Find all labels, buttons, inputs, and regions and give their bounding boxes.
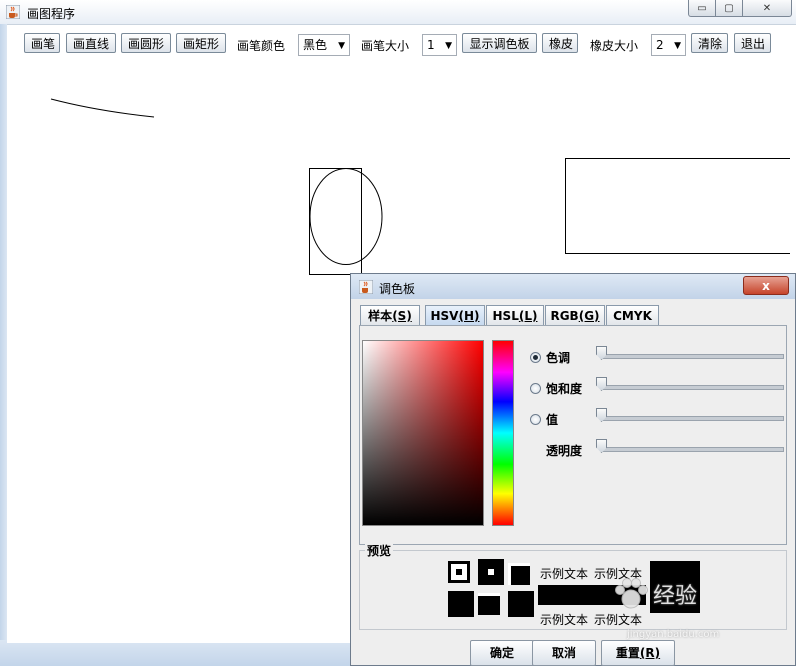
saturation-value-picker[interactable]: [362, 340, 484, 526]
watermark-url: jingyan.baidu.com: [627, 629, 720, 640]
close-icon: x: [762, 278, 770, 293]
chevron-down-icon: ▼: [338, 41, 345, 51]
preview-swatch: [508, 563, 530, 585]
saturation-label: 饱和度: [546, 382, 583, 396]
java-cup-icon: [6, 5, 20, 19]
preview-swatch: [448, 561, 470, 583]
pen-size-select[interactable]: 1 ▼: [422, 34, 457, 56]
dialog-close-button[interactable]: x: [743, 276, 789, 295]
minimize-button[interactable]: ▭: [688, 0, 716, 17]
value-slider-track[interactable]: [602, 416, 784, 421]
maximize-icon: ▢: [724, 2, 734, 14]
watermark-name: 经验: [653, 584, 698, 609]
title-bar[interactable]: 画图程序: [0, 0, 796, 25]
maximize-button[interactable]: ▢: [715, 0, 743, 17]
hue-radio[interactable]: [530, 352, 541, 363]
watermark: 经验: [613, 577, 697, 611]
exit-button[interactable]: 退出: [734, 33, 771, 53]
tab-rgb[interactable]: RGB(G): [545, 305, 605, 325]
tab-hsl[interactable]: HSL(L): [486, 305, 544, 325]
alpha-slider-track[interactable]: [602, 447, 784, 452]
rect-button[interactable]: 画矩形: [176, 33, 226, 53]
hsv-panel: 色调 饱和度 值 透明度: [359, 325, 787, 545]
saturation-slider-track[interactable]: [602, 385, 784, 390]
preview-label: 预览: [365, 542, 394, 559]
tab-samples[interactable]: 样本(S): [360, 305, 420, 325]
palette-dialog: 调色板 x 样本(S) HSV(H) HSL(L) RGB(G) CMYK 色调…: [350, 273, 796, 666]
preview-swatch: [478, 559, 504, 585]
pen-color-label: 画笔颜色: [237, 39, 286, 53]
value-radio[interactable]: [530, 414, 541, 425]
alpha-label: 透明度: [546, 444, 583, 458]
pen-size-value: 1: [427, 38, 435, 52]
java-cup-icon: [359, 280, 373, 294]
preview-swatch: [508, 591, 534, 617]
reset-button[interactable]: 重置(R): [601, 640, 675, 666]
sample-text: 示例文本: [540, 567, 589, 581]
value-label: 值: [546, 413, 559, 427]
preview-swatch: [478, 593, 500, 615]
preview-group: 示例文本 示例文本 示例文本 示例文本: [359, 550, 787, 630]
saturation-radio[interactable]: [530, 383, 541, 394]
hue-label: 色调: [546, 351, 571, 365]
minimize-icon: ▭: [697, 2, 707, 14]
preview-swatch: [448, 591, 474, 617]
close-icon: ✕: [762, 2, 772, 14]
eraser-button[interactable]: 橡皮: [542, 33, 578, 53]
window-border-left: [0, 24, 7, 666]
ok-button[interactable]: 确定: [470, 640, 534, 666]
drawn-curve: [50, 98, 155, 118]
chevron-down-icon: ▼: [445, 41, 452, 51]
show-palette-button[interactable]: 显示调色板: [462, 33, 537, 53]
clear-button[interactable]: 清除: [691, 33, 728, 53]
pen-size-label: 画笔大小: [361, 39, 410, 53]
pen-color-select[interactable]: 黑色 ▼: [298, 34, 350, 56]
drawn-rectangle-large: [565, 158, 790, 254]
window-title: 画图程序: [27, 7, 76, 21]
dialog-title-bar[interactable]: 调色板 x: [351, 274, 795, 299]
eraser-size-label: 橡皮大小: [590, 39, 639, 53]
line-button[interactable]: 画直线: [66, 33, 116, 53]
circle-button[interactable]: 画圆形: [121, 33, 171, 53]
tab-hsv[interactable]: HSV(H): [425, 305, 485, 325]
hue-slider-track[interactable]: [602, 354, 784, 359]
chevron-down-icon: ▼: [674, 41, 681, 51]
close-button[interactable]: ✕: [742, 0, 792, 17]
window-border-bottom: [0, 640, 355, 666]
pen-button[interactable]: 画笔: [24, 33, 60, 53]
drawn-ellipse: [309, 168, 383, 265]
pen-color-value: 黑色: [303, 38, 328, 52]
eraser-size-value: 2: [656, 38, 664, 52]
eraser-size-select[interactable]: 2 ▼: [651, 34, 686, 56]
dialog-title: 调色板: [379, 282, 416, 296]
paw-logo-icon: [615, 578, 648, 609]
drawn-rectangle-small: [309, 168, 362, 275]
tab-cmyk[interactable]: CMYK: [606, 305, 659, 325]
sample-text: 示例文本: [594, 613, 643, 627]
sample-text: 示例文本: [540, 613, 589, 627]
hue-bar[interactable]: [492, 340, 514, 526]
cancel-button[interactable]: 取消: [532, 640, 596, 666]
